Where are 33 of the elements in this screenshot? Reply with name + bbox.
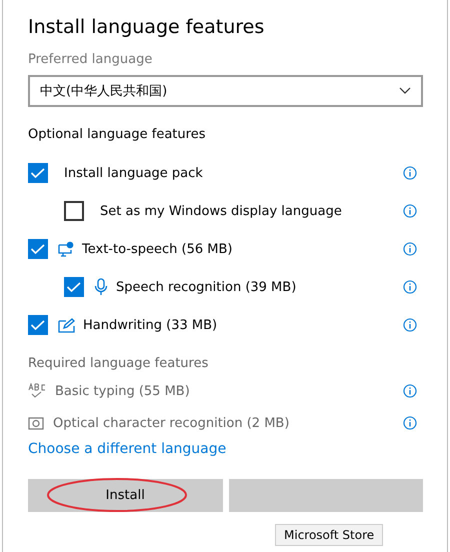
choose-language-link[interactable]: Choose a different language: [28, 441, 423, 457]
info-icon[interactable]: [403, 384, 417, 398]
dialog-title: Install language features: [28, 16, 266, 38]
feature-label: Basic typing (55 MB): [55, 384, 191, 398]
info-icon[interactable]: [403, 242, 417, 256]
field-label: Preferred language: [28, 52, 154, 67]
checkbox[interactable]: [28, 239, 48, 259]
install-button[interactable]: Install: [28, 479, 222, 512]
info-icon[interactable]: [403, 416, 417, 430]
option-label: Set as my Windows display language: [100, 204, 343, 218]
abc-check-icon: [28, 383, 46, 399]
checkbox[interactable]: [64, 201, 84, 221]
pen-icon: [58, 318, 75, 332]
option-label: Speech recognition (39 MB): [116, 280, 298, 294]
tooltip: Microsoft Store: [275, 524, 384, 546]
info-icon[interactable]: [403, 166, 417, 180]
info-icon[interactable]: [403, 204, 417, 218]
language-dropdown[interactable]: 中文(中华人民共和国): [28, 75, 423, 107]
monitor-speech-icon: [58, 241, 74, 257]
option-label: Install language pack: [64, 166, 204, 180]
option-label: Text-to-speech (56 MB): [82, 242, 234, 256]
chevron-down-icon: [399, 87, 411, 95]
microphone-icon: [94, 278, 108, 296]
option-label: Handwriting (33 MB): [83, 318, 218, 332]
feature-label: Optical character recognition (2 MB): [53, 416, 290, 430]
checkbox[interactable]: [28, 315, 48, 335]
info-icon[interactable]: [403, 318, 417, 332]
camera-icon: [28, 416, 44, 430]
info-icon[interactable]: [403, 280, 417, 294]
section-heading: Optional language features: [28, 127, 206, 142]
section-heading: Required language features: [28, 356, 210, 371]
checkbox[interactable]: [28, 163, 48, 183]
checkbox[interactable]: [64, 277, 84, 297]
